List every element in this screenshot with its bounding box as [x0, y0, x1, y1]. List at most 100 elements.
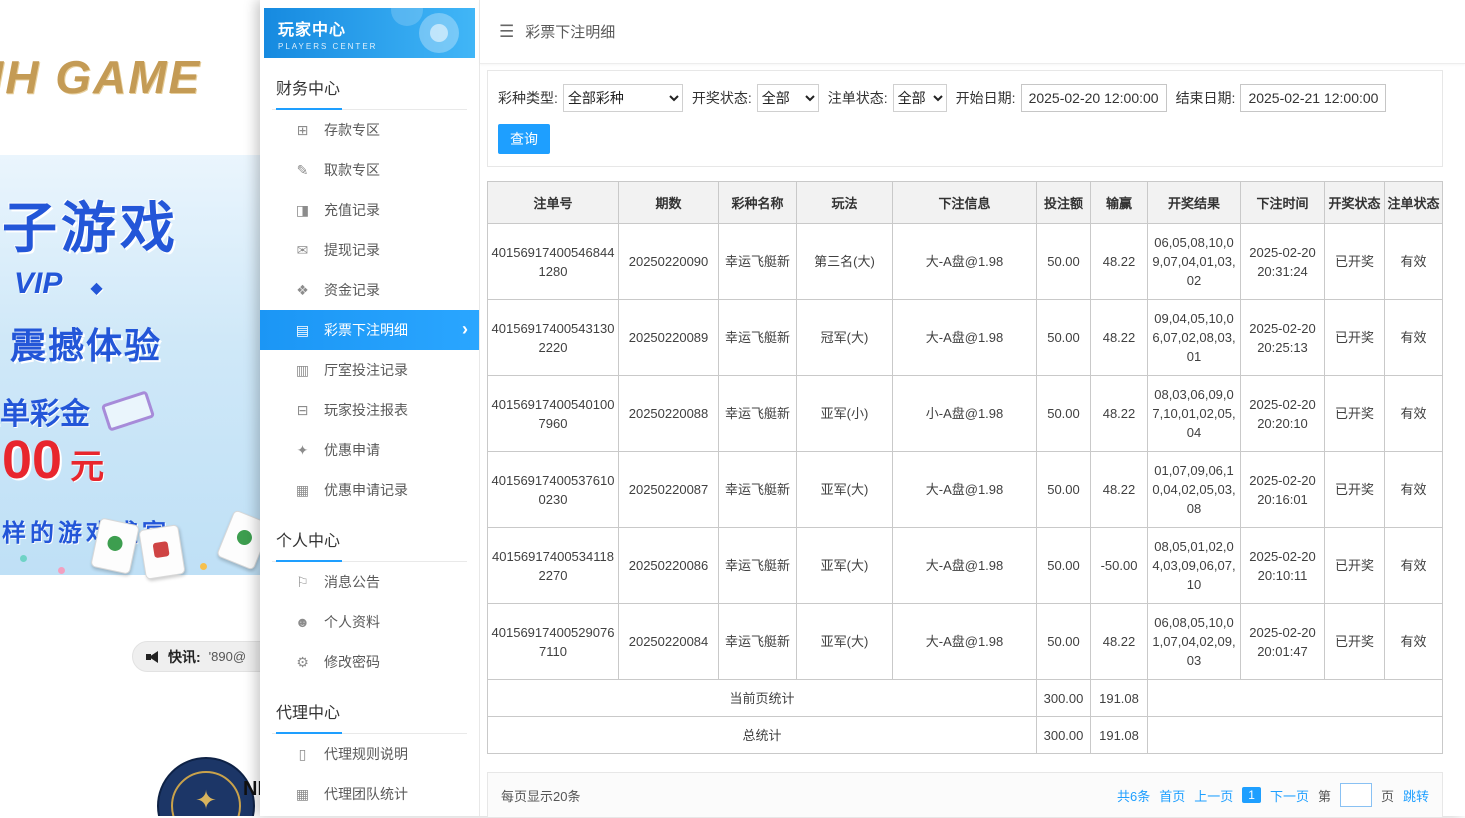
sidebar-item-promo-apply-records[interactable]: ▦优惠申请记录: [260, 470, 479, 510]
table-row: 40156917400537610023020250220087幸运飞艇新亚军(…: [488, 452, 1443, 528]
search-button[interactable]: 查询: [498, 124, 550, 154]
cell-bet-info: 大-A盘@1.98: [893, 452, 1037, 528]
first-page-link[interactable]: 首页: [1159, 786, 1185, 805]
cell-bet-time: 2025-02-20 20:25:13: [1241, 300, 1325, 376]
start-date-input[interactable]: [1021, 84, 1167, 112]
table-body: 40156917400546844128020250220090幸运飞艇新第三名…: [488, 224, 1443, 680]
cell-period: 20250220086: [619, 528, 719, 604]
cell-bet-amount: 50.00: [1037, 452, 1091, 528]
page-summary-winloss-total: 191.08: [1091, 680, 1148, 717]
promo-text-line2: VIP◆: [14, 267, 103, 301]
sidebar-item-label: 个人资料: [324, 612, 380, 632]
cell-draw-result: 06,08,05,10,01,07,04,02,09,03: [1148, 604, 1241, 680]
page-summary-row: 当前页统计 300.00 191.08: [488, 680, 1443, 717]
jump-page-input[interactable]: [1340, 783, 1372, 807]
draw-status-select[interactable]: 全部: [757, 84, 819, 112]
sidebar-item-messages[interactable]: ⚐消息公告: [260, 562, 479, 602]
cell-order-no: 401569174005290767110: [488, 604, 619, 680]
table-summary: 当前页统计 300.00 191.08 总统计 300.00 191.08: [488, 680, 1443, 754]
start-date-label: 开始日期:: [956, 88, 1016, 108]
sidebar-item-player-bet-report[interactable]: ⊟玩家投注报表: [260, 390, 479, 430]
funds-records-icon: ❖: [294, 282, 311, 299]
promo-bonus-text: 注单彩金: [0, 389, 90, 433]
table-row: 40156917400543130222020250220089幸运飞艇新冠军(…: [488, 300, 1443, 376]
sidebar-item-funds-records[interactable]: ❖资金记录: [260, 270, 479, 310]
sidebar-item-deposit[interactable]: ⊞存款专区: [260, 110, 479, 150]
club-emblem-icon: ✦: [159, 785, 253, 816]
total-summary-winloss-total: 191.08: [1091, 717, 1148, 754]
hall-bet-records-icon: ▥: [294, 362, 311, 379]
sidebar-item-label: 代理团队统计: [324, 784, 408, 804]
total-count-text: 共6条: [1117, 786, 1150, 805]
current-page-badge[interactable]: 1: [1242, 787, 1261, 803]
page-summary-bet-total: 300.00: [1037, 680, 1091, 717]
agent-team-stats-icon: ▦: [294, 786, 311, 803]
cell-order-status: 有效: [1385, 300, 1443, 376]
promo-text-line5: 00元: [2, 429, 104, 491]
prev-page-link[interactable]: 上一页: [1194, 786, 1233, 805]
table-column-header: 输赢: [1091, 182, 1148, 224]
sidebar-item-label: 代理规则说明: [324, 744, 408, 764]
lottery-bet-details-icon: ▤: [294, 322, 311, 339]
sidebar-item-recharge-records[interactable]: ◨充值记录: [260, 190, 479, 230]
sidebar-item-agent-rules[interactable]: ▯代理规则说明: [260, 734, 479, 774]
sidebar-item-label: 修改密码: [324, 652, 380, 672]
player-center-panel: 玩家中心 PLAYERS CENTER 财务中心⊞存款专区✎取款专区◨充值记录✉…: [260, 0, 1465, 816]
cell-win-loss: 48.22: [1091, 452, 1148, 528]
sidebar-item-agent-team-stats[interactable]: ▦ 代理团队统计: [260, 774, 479, 814]
end-date-input[interactable]: [1240, 84, 1386, 112]
cell-lottery-name: 幸运飞艇新: [719, 604, 797, 680]
sidebar-item-label: 消息公告: [324, 572, 380, 592]
sidebar-item-profile[interactable]: ☻ 个人资料: [260, 602, 479, 642]
sidebar-item-lottery-bet-details[interactable]: ▤彩票下注明细›: [260, 310, 479, 350]
cell-bet-info: 大-A盘@1.98: [893, 528, 1037, 604]
promo-apply-records-icon: ▦: [294, 482, 311, 499]
lottery-type-select[interactable]: 全部彩种: [563, 84, 683, 112]
main-area: ☰ 彩票下注明细 彩种类型: 全部彩种 开奖状态: 全部 注单状态: 全部: [480, 0, 1465, 816]
hamburger-menu-icon[interactable]: ☰: [499, 22, 514, 42]
cell-play: 亚军(小): [797, 376, 893, 452]
cell-play: 亚军(大): [797, 604, 893, 680]
diamond-icon: ◆: [90, 280, 102, 297]
club-logo: ✦: [157, 757, 255, 816]
cell-bet-amount: 50.00: [1037, 300, 1091, 376]
sidebar-item-label: 存款专区: [324, 120, 380, 140]
cell-order-no: 401569174005376100230: [488, 452, 619, 528]
cell-order-no: 401569174005431302220: [488, 300, 619, 376]
cell-win-loss: 48.22: [1091, 376, 1148, 452]
sidebar-item-label: 取款专区: [324, 160, 380, 180]
cell-draw-status: 已开奖: [1325, 604, 1385, 680]
cell-bet-amount: 50.00: [1037, 376, 1091, 452]
sidebar-item-withdraw[interactable]: ✎取款专区: [260, 150, 479, 190]
page-title: 彩票下注明细: [525, 21, 615, 42]
sidebar-item-change-password[interactable]: ⚙修改密码: [260, 642, 479, 682]
confetti-decoration: [20, 555, 27, 562]
player-bet-report-icon: ⊟: [294, 402, 311, 419]
jump-button[interactable]: 跳转: [1403, 786, 1429, 805]
sidebar-item-label: 厅室投注记录: [324, 360, 408, 380]
cell-bet-amount: 50.00: [1037, 224, 1091, 300]
sidebar-item-hall-bet-records[interactable]: ▥ 厅室投注记录: [260, 350, 479, 390]
sidebar-item-label: 提现记录: [324, 240, 380, 260]
cell-order-status: 有效: [1385, 376, 1443, 452]
sidebar-item-promo-apply[interactable]: ✦优惠申请: [260, 430, 479, 470]
table-column-header: 下注信息: [893, 182, 1037, 224]
order-status-select[interactable]: 全部: [893, 84, 947, 112]
cell-bet-info: 大-A盘@1.98: [893, 224, 1037, 300]
next-page-link[interactable]: 下一页: [1270, 786, 1309, 805]
cell-order-status: 有效: [1385, 528, 1443, 604]
cell-lottery-name: 幸运飞艇新: [719, 452, 797, 528]
recharge-records-icon: ◨: [294, 202, 311, 219]
sidebar-item-withdrawal-records[interactable]: ✉提现记录: [260, 230, 479, 270]
sidebar: 玩家中心 PLAYERS CENTER 财务中心⊞存款专区✎取款专区◨充值记录✉…: [260, 0, 480, 816]
hh-game-logo: HH GAME: [0, 50, 201, 104]
page-summary-label: 当前页统计: [488, 680, 1037, 717]
cell-bet-amount: 50.00: [1037, 604, 1091, 680]
per-page-text: 每页显示20条: [501, 786, 580, 805]
mahjong-tile-decoration: [90, 517, 140, 574]
total-summary-empty: [1148, 717, 1443, 754]
profile-icon: ☻: [294, 614, 311, 630]
cell-period: 20250220089: [619, 300, 719, 376]
promo-amount: 00: [2, 430, 62, 490]
table-column-header: 彩种名称: [719, 182, 797, 224]
